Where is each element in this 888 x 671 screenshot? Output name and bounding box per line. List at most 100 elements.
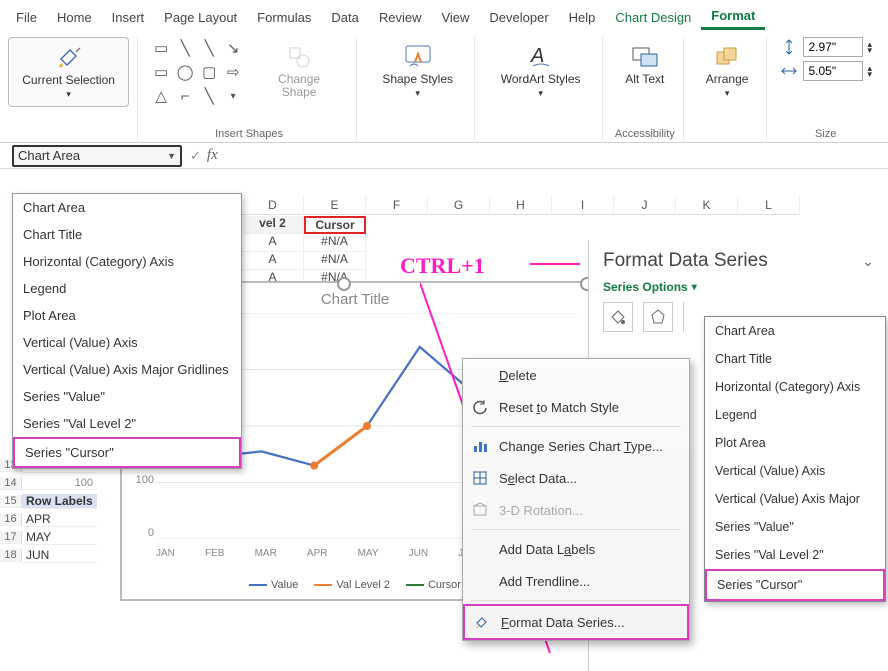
tab-data[interactable]: Data (321, 6, 368, 29)
dropdown-item[interactable]: Horizontal (Category) Axis (13, 248, 241, 275)
tab-developer[interactable]: Developer (479, 6, 558, 29)
cell[interactable]: #N/A (304, 234, 366, 252)
oval-icon[interactable]: ◯ (174, 61, 196, 83)
cell[interactable]: JUN (22, 548, 97, 563)
cell[interactable]: A (242, 234, 304, 252)
chevron-down-icon[interactable]: ⌄ (862, 253, 874, 270)
context-menu-item[interactable]: Add Trendline... (463, 565, 689, 597)
spinner-icon[interactable]: ▴▾ (867, 65, 872, 78)
rect-icon[interactable]: ▭ (150, 61, 172, 83)
col-header[interactable]: F (366, 196, 428, 215)
effects-icon[interactable] (643, 302, 673, 332)
col-header[interactable]: H (490, 196, 552, 215)
col-header[interactable]: D (242, 196, 304, 215)
tab-view[interactable]: View (431, 6, 479, 29)
dropdown-item[interactable]: Legend (705, 401, 885, 429)
context-menu-item[interactable]: Reset to Match Style (463, 391, 689, 423)
shape-gallery[interactable]: ▭ ╲ ╲ ↘ ▭ ◯ ▢ ⇨ △ ⌐ ╲ ▾ (150, 37, 244, 107)
textbox-icon[interactable]: ▭ (150, 37, 172, 59)
row-header[interactable]: 17 (0, 531, 22, 544)
context-menu-item[interactable]: Format Data Series... (463, 604, 689, 640)
fill-icon[interactable] (603, 302, 633, 332)
line2-icon[interactable]: ╲ (198, 37, 220, 59)
dropdown-item[interactable]: Series "Val Level 2" (705, 541, 885, 569)
context-menu-item[interactable]: Add Data Labels (463, 533, 689, 565)
tab-file[interactable]: File (6, 6, 47, 29)
context-menu-item[interactable]: Change Series Chart Type... (463, 430, 689, 462)
chart-context-menu[interactable]: DeleteReset to Match Style Change Series … (462, 358, 690, 641)
dropdown-item[interactable]: Chart Title (13, 221, 241, 248)
dropdown-item[interactable]: Vertical (Value) Axis (705, 457, 885, 485)
row-header[interactable]: 14 (0, 477, 22, 490)
series-options-icon[interactable] (683, 302, 697, 332)
dropdown-item[interactable]: Vertical (Value) Axis (13, 329, 241, 356)
dropdown-item[interactable]: Series "Value" (13, 383, 241, 410)
row-header[interactable]: 18 (0, 549, 22, 562)
context-menu-item[interactable]: Delete (463, 359, 689, 391)
cell[interactable]: #N/A (304, 252, 366, 270)
dropdown-item[interactable]: Legend (13, 275, 241, 302)
arrange-button[interactable]: Arrange▾ (696, 37, 759, 105)
dropdown-item[interactable]: Vertical (Value) Axis Major Gridlines (13, 356, 241, 383)
height-input[interactable] (803, 37, 863, 57)
elbow-icon[interactable]: ⌐ (174, 85, 196, 107)
chevron-down-icon[interactable]: ▼ (167, 151, 176, 161)
legend-item[interactable]: Val Level 2 (314, 579, 390, 591)
fx-icon[interactable]: ✓ (190, 148, 201, 164)
more-icon[interactable]: ▾ (222, 85, 244, 107)
dropdown-item[interactable]: Chart Area (13, 194, 241, 221)
row-header[interactable]: 16 (0, 513, 22, 526)
col-header[interactable]: E (304, 196, 366, 215)
series-options-label[interactable]: Series Options ▾ (603, 280, 874, 294)
col-header[interactable]: G (428, 196, 490, 215)
cell[interactable]: MAY (22, 530, 97, 545)
tab-insert[interactable]: Insert (102, 6, 155, 29)
cell[interactable]: Row Labels (22, 494, 97, 509)
cell[interactable]: Cursor (304, 216, 366, 234)
dropdown-item[interactable]: Chart Area (705, 317, 885, 345)
spinner-icon[interactable]: ▴▾ (867, 41, 872, 54)
legend-item[interactable]: Cursor (406, 579, 461, 591)
dropdown-item[interactable]: Series "Cursor" (705, 569, 885, 601)
dropdown-item[interactable]: Horizontal (Category) Axis (705, 373, 885, 401)
tab-home[interactable]: Home (47, 6, 102, 29)
dropdown-item[interactable]: Series "Val Level 2" (13, 410, 241, 437)
cell[interactable]: 100 (22, 477, 97, 490)
line3-icon[interactable]: ╲ (198, 85, 220, 107)
name-box[interactable]: Chart Area ▼ (12, 145, 182, 167)
wordart-styles-button[interactable]: A WordArt Styles ▾ (487, 37, 593, 105)
chart-element-dropdown[interactable]: Chart AreaChart TitleHorizontal (Categor… (12, 193, 242, 469)
arrow-icon[interactable]: ↘ (222, 37, 244, 59)
col-header[interactable]: J (614, 196, 676, 215)
tab-review[interactable]: Review (369, 6, 432, 29)
roundrect-icon[interactable]: ▢ (198, 61, 220, 83)
arrowr-icon[interactable]: ⇨ (222, 61, 244, 83)
dropdown-item[interactable]: Plot Area (13, 302, 241, 329)
col-header[interactable]: L (738, 196, 800, 215)
line-icon[interactable]: ╲ (174, 37, 196, 59)
tab-help[interactable]: Help (559, 6, 606, 29)
alt-text-button[interactable]: Alt Text (615, 37, 674, 92)
col-header[interactable]: I (552, 196, 614, 215)
cell[interactable]: APR (22, 512, 97, 527)
dropdown-item[interactable]: Series "Cursor" (13, 437, 241, 468)
cell[interactable]: A (242, 252, 304, 270)
col-header[interactable]: K (676, 196, 738, 215)
shape-styles-button[interactable]: Shape Styles ▾ (369, 37, 466, 105)
context-menu-item[interactable]: Select Data... (463, 462, 689, 494)
current-selection-button[interactable]: Current Selection ▾ (8, 37, 129, 107)
cell[interactable]: vel 2 (242, 216, 304, 234)
dropdown-item[interactable]: Plot Area (705, 429, 885, 457)
series-options-dropdown[interactable]: Chart AreaChart TitleHorizontal (Categor… (704, 316, 886, 602)
dropdown-item[interactable]: Chart Title (705, 345, 885, 373)
tab-chart-design[interactable]: Chart Design (605, 6, 701, 29)
dropdown-item[interactable]: Series "Value" (705, 513, 885, 541)
row-header[interactable]: 15 (0, 495, 22, 508)
tab-format[interactable]: Format (701, 4, 765, 30)
dropdown-item[interactable]: Vertical (Value) Axis Major (705, 485, 885, 513)
tab-page-layout[interactable]: Page Layout (154, 6, 247, 29)
tab-formulas[interactable]: Formulas (247, 6, 321, 29)
tri-icon[interactable]: △ (150, 85, 172, 107)
width-input[interactable] (803, 61, 863, 81)
legend-item[interactable]: Value (249, 579, 298, 591)
